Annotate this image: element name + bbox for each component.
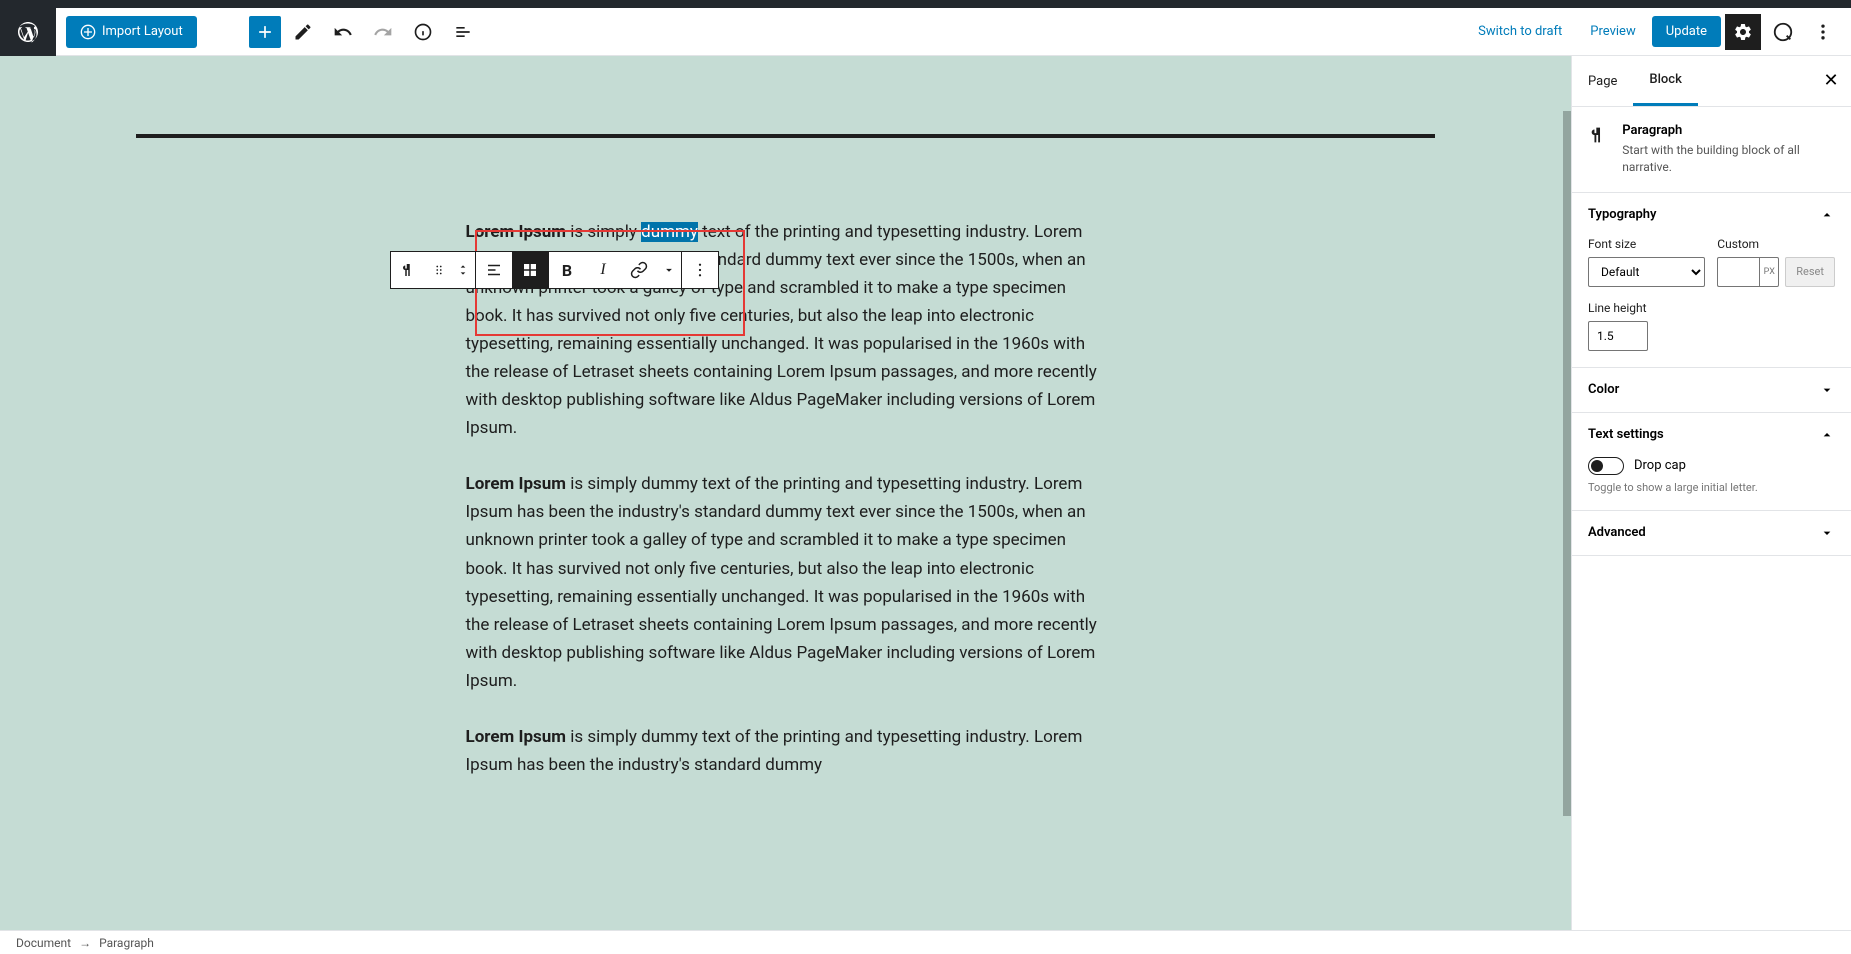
- custom-label: Custom: [1717, 237, 1835, 251]
- bold-button[interactable]: B: [549, 252, 585, 288]
- tab-block[interactable]: Block: [1633, 56, 1697, 106]
- qubely-button[interactable]: [1765, 14, 1801, 50]
- separator-block: [136, 134, 1435, 138]
- font-size-select[interactable]: Default: [1588, 257, 1705, 287]
- advanced-panel-toggle[interactable]: Advanced: [1572, 511, 1851, 555]
- more-formatting-button[interactable]: [657, 252, 681, 288]
- block-toolbar: B I: [390, 251, 719, 289]
- color-panel-toggle[interactable]: Color: [1572, 368, 1851, 412]
- drag-handle[interactable]: [427, 252, 451, 288]
- block-title: Paragraph: [1622, 123, 1835, 138]
- settings-button[interactable]: [1725, 14, 1761, 50]
- selected-text: dummy: [641, 222, 698, 242]
- breadcrumb-paragraph[interactable]: Paragraph: [99, 936, 154, 950]
- drop-cap-toggle[interactable]: [1588, 457, 1624, 475]
- import-layout-button[interactable]: Import Layout: [66, 16, 197, 48]
- paragraph-block[interactable]: Lorem Ipsum is simply dummy text of the …: [466, 723, 1106, 779]
- drop-cap-label: Drop cap: [1634, 458, 1686, 473]
- editor-header: Import Layout Switch to draft Preview Up…: [0, 8, 1851, 56]
- block-more-button[interactable]: [682, 252, 718, 288]
- block-type-button[interactable]: [391, 252, 427, 288]
- info-button[interactable]: [405, 14, 441, 50]
- update-button[interactable]: Update: [1652, 16, 1721, 47]
- bold-text: Lorem Ipsum: [466, 474, 567, 494]
- paragraph-block[interactable]: Lorem Ipsum is simply dummy text of the …: [466, 470, 1106, 694]
- move-button[interactable]: [451, 252, 475, 288]
- breadcrumb-arrow: →: [79, 936, 91, 950]
- line-height-label: Line height: [1588, 301, 1835, 315]
- switch-to-draft-button[interactable]: Switch to draft: [1466, 16, 1574, 47]
- drop-cap-help: Toggle to show a large initial letter.: [1588, 481, 1835, 494]
- paragraph-icon: [1588, 123, 1610, 147]
- typography-panel-toggle[interactable]: Typography: [1572, 193, 1851, 237]
- chevron-up-icon: [1819, 427, 1835, 443]
- import-icon: [80, 24, 96, 40]
- chevron-up-icon: [1819, 207, 1835, 223]
- custom-size-input[interactable]: [1717, 257, 1759, 287]
- link-button[interactable]: [621, 252, 657, 288]
- block-description: Start with the building block of all nar…: [1622, 142, 1835, 176]
- breadcrumb-document[interactable]: Document: [16, 936, 71, 950]
- edit-tool-button[interactable]: [285, 14, 321, 50]
- breadcrumb-footer: Document → Paragraph: [0, 930, 1851, 954]
- editor-canvas[interactable]: B I Lorem Ipsum is simply dummy text of …: [0, 56, 1571, 930]
- text-settings-panel-toggle[interactable]: Text settings: [1572, 413, 1851, 457]
- undo-button[interactable]: [325, 14, 361, 50]
- add-block-button[interactable]: [249, 16, 281, 48]
- chevron-down-icon: [1819, 525, 1835, 541]
- reset-button[interactable]: Reset: [1785, 257, 1835, 287]
- more-options-button[interactable]: [1805, 14, 1841, 50]
- close-sidebar-button[interactable]: ✕: [1819, 68, 1843, 92]
- import-layout-label: Import Layout: [102, 24, 183, 39]
- font-size-label: Font size: [1588, 237, 1705, 251]
- bold-text: Lorem Ipsum: [466, 727, 567, 747]
- chevron-down-icon: [1819, 382, 1835, 398]
- outline-button[interactable]: [445, 14, 481, 50]
- unit-label: PX: [1759, 257, 1779, 287]
- bold-text: Lorem Ipsum: [466, 222, 567, 242]
- align-button[interactable]: [476, 252, 512, 288]
- settings-sidebar: Page Block ✕ Paragraph Start with the bu…: [1571, 56, 1851, 930]
- line-height-input[interactable]: [1588, 321, 1648, 351]
- tab-page[interactable]: Page: [1572, 56, 1633, 106]
- wordpress-logo-icon[interactable]: [0, 8, 56, 56]
- redo-button[interactable]: [365, 14, 401, 50]
- italic-button[interactable]: I: [585, 252, 621, 288]
- preview-button[interactable]: Preview: [1578, 16, 1647, 47]
- layout-button[interactable]: [512, 252, 548, 288]
